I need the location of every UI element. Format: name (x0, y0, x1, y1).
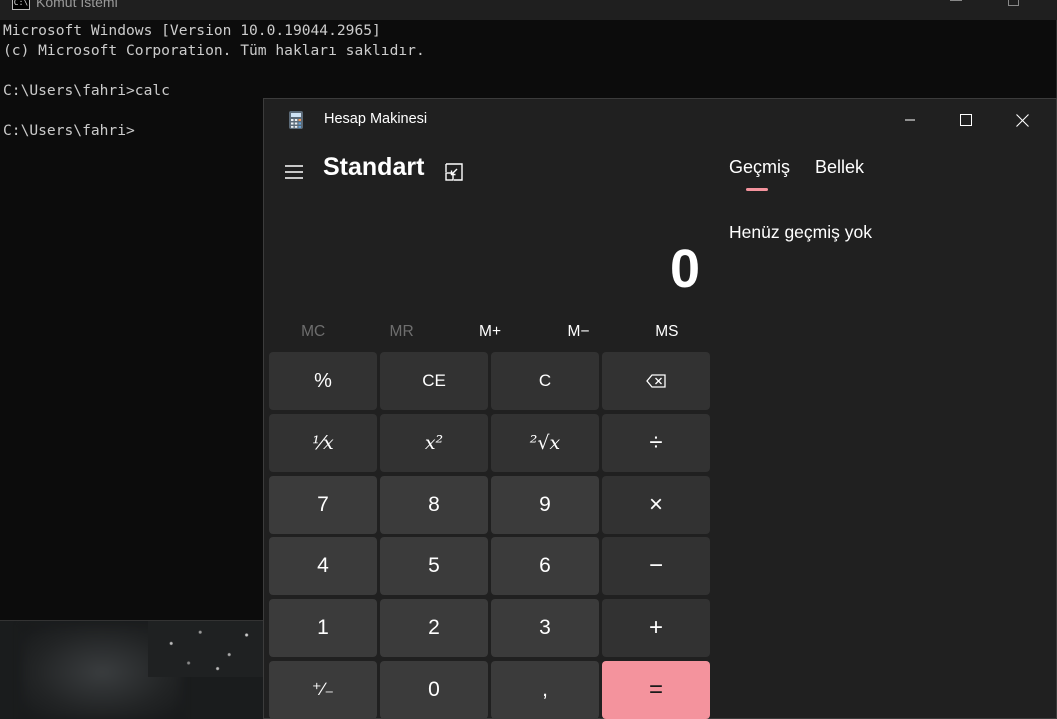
tab-history[interactable]: Geçmiş (729, 157, 790, 178)
reciprocal-label: ⅟x (312, 431, 334, 454)
digit-4-button[interactable]: 4 (269, 537, 377, 596)
digit-5-button[interactable]: 5 (380, 537, 488, 596)
memory-clear-button[interactable]: MC (269, 317, 357, 347)
backspace-icon (646, 374, 666, 388)
backspace-button[interactable] (602, 352, 710, 410)
console-app-icon: C:\ (12, 0, 30, 10)
keypad: % CE C ⅟x x² ²√x ÷ 7 8 9 × 4 5 6 − 1 2 3… (269, 352, 711, 719)
tab-memory[interactable]: Bellek (815, 157, 864, 178)
reciprocal-button[interactable]: ⅟x (269, 413, 377, 472)
minimize-icon (905, 119, 915, 121)
close-button[interactable] (994, 99, 1050, 141)
digit-9-button[interactable]: 9 (491, 475, 599, 534)
digit-0-button[interactable]: 0 (380, 660, 488, 719)
square-button[interactable]: x² (380, 413, 488, 472)
console-line: Microsoft Windows [Version 10.0.19044.29… (3, 22, 381, 39)
calculator-titlebar[interactable]: Hesap Makinesi (264, 99, 1057, 141)
wallpaper-speckle (148, 621, 264, 677)
console-line: (c) Microsoft Corporation. Tüm hakları s… (3, 42, 425, 59)
memory-buttons: MC MR M+ M− MS (269, 317, 711, 347)
maximize-icon (960, 114, 972, 126)
console-minimize-button[interactable] (950, 0, 962, 1)
subtract-button[interactable]: − (602, 537, 710, 596)
digit-2-button[interactable]: 2 (380, 599, 488, 658)
minimize-button[interactable] (882, 99, 938, 141)
percent-button[interactable]: % (269, 352, 377, 410)
square-label: x² (424, 431, 444, 454)
memory-subtract-button[interactable]: M− (534, 317, 622, 347)
calculator-window-title: Hesap Makinesi (324, 111, 428, 127)
close-icon (1015, 113, 1029, 127)
calculator-app-icon (289, 111, 303, 129)
hamburger-icon (285, 165, 303, 179)
digit-6-button[interactable]: 6 (491, 537, 599, 596)
add-button[interactable]: + (602, 599, 710, 658)
decimal-button[interactable]: , (491, 660, 599, 719)
memory-store-button[interactable]: MS (623, 317, 711, 347)
digit-7-button[interactable]: 7 (269, 475, 377, 534)
console-maximize-button[interactable] (1008, 0, 1019, 6)
negate-button[interactable]: ⁺∕₋ (269, 660, 377, 719)
maximize-button[interactable] (938, 99, 994, 141)
digit-1-button[interactable]: 1 (269, 599, 377, 658)
memory-recall-button[interactable]: MR (357, 317, 445, 347)
tab-history-indicator (746, 188, 768, 191)
console-window-title: Komut İstemi (36, 0, 118, 10)
digit-8-button[interactable]: 8 (380, 475, 488, 534)
navigation-menu-button[interactable] (274, 154, 314, 190)
calculator-mode-title: Standart (323, 153, 425, 181)
multiply-button[interactable]: × (602, 475, 710, 534)
keep-on-top-icon (445, 163, 463, 181)
equals-button[interactable]: = (602, 660, 710, 719)
clear-button[interactable]: C (491, 352, 599, 410)
console-titlebar[interactable]: C:\ Komut İstemi (0, 0, 1057, 20)
result-display: 0 (669, 239, 700, 299)
divide-button[interactable]: ÷ (602, 413, 710, 472)
square-root-button[interactable]: ²√x (491, 413, 599, 472)
digit-3-button[interactable]: 3 (491, 599, 599, 658)
calculator-window[interactable]: Hesap Makinesi Standart 0 MC MR M+ M− MS… (263, 98, 1057, 719)
clear-entry-button[interactable]: CE (380, 352, 488, 410)
history-empty-message: Henüz geçmiş yok (729, 222, 872, 242)
square-root-label: ²√x (529, 431, 561, 454)
memory-add-button[interactable]: M+ (446, 317, 534, 347)
keep-on-top-button[interactable] (436, 154, 472, 190)
